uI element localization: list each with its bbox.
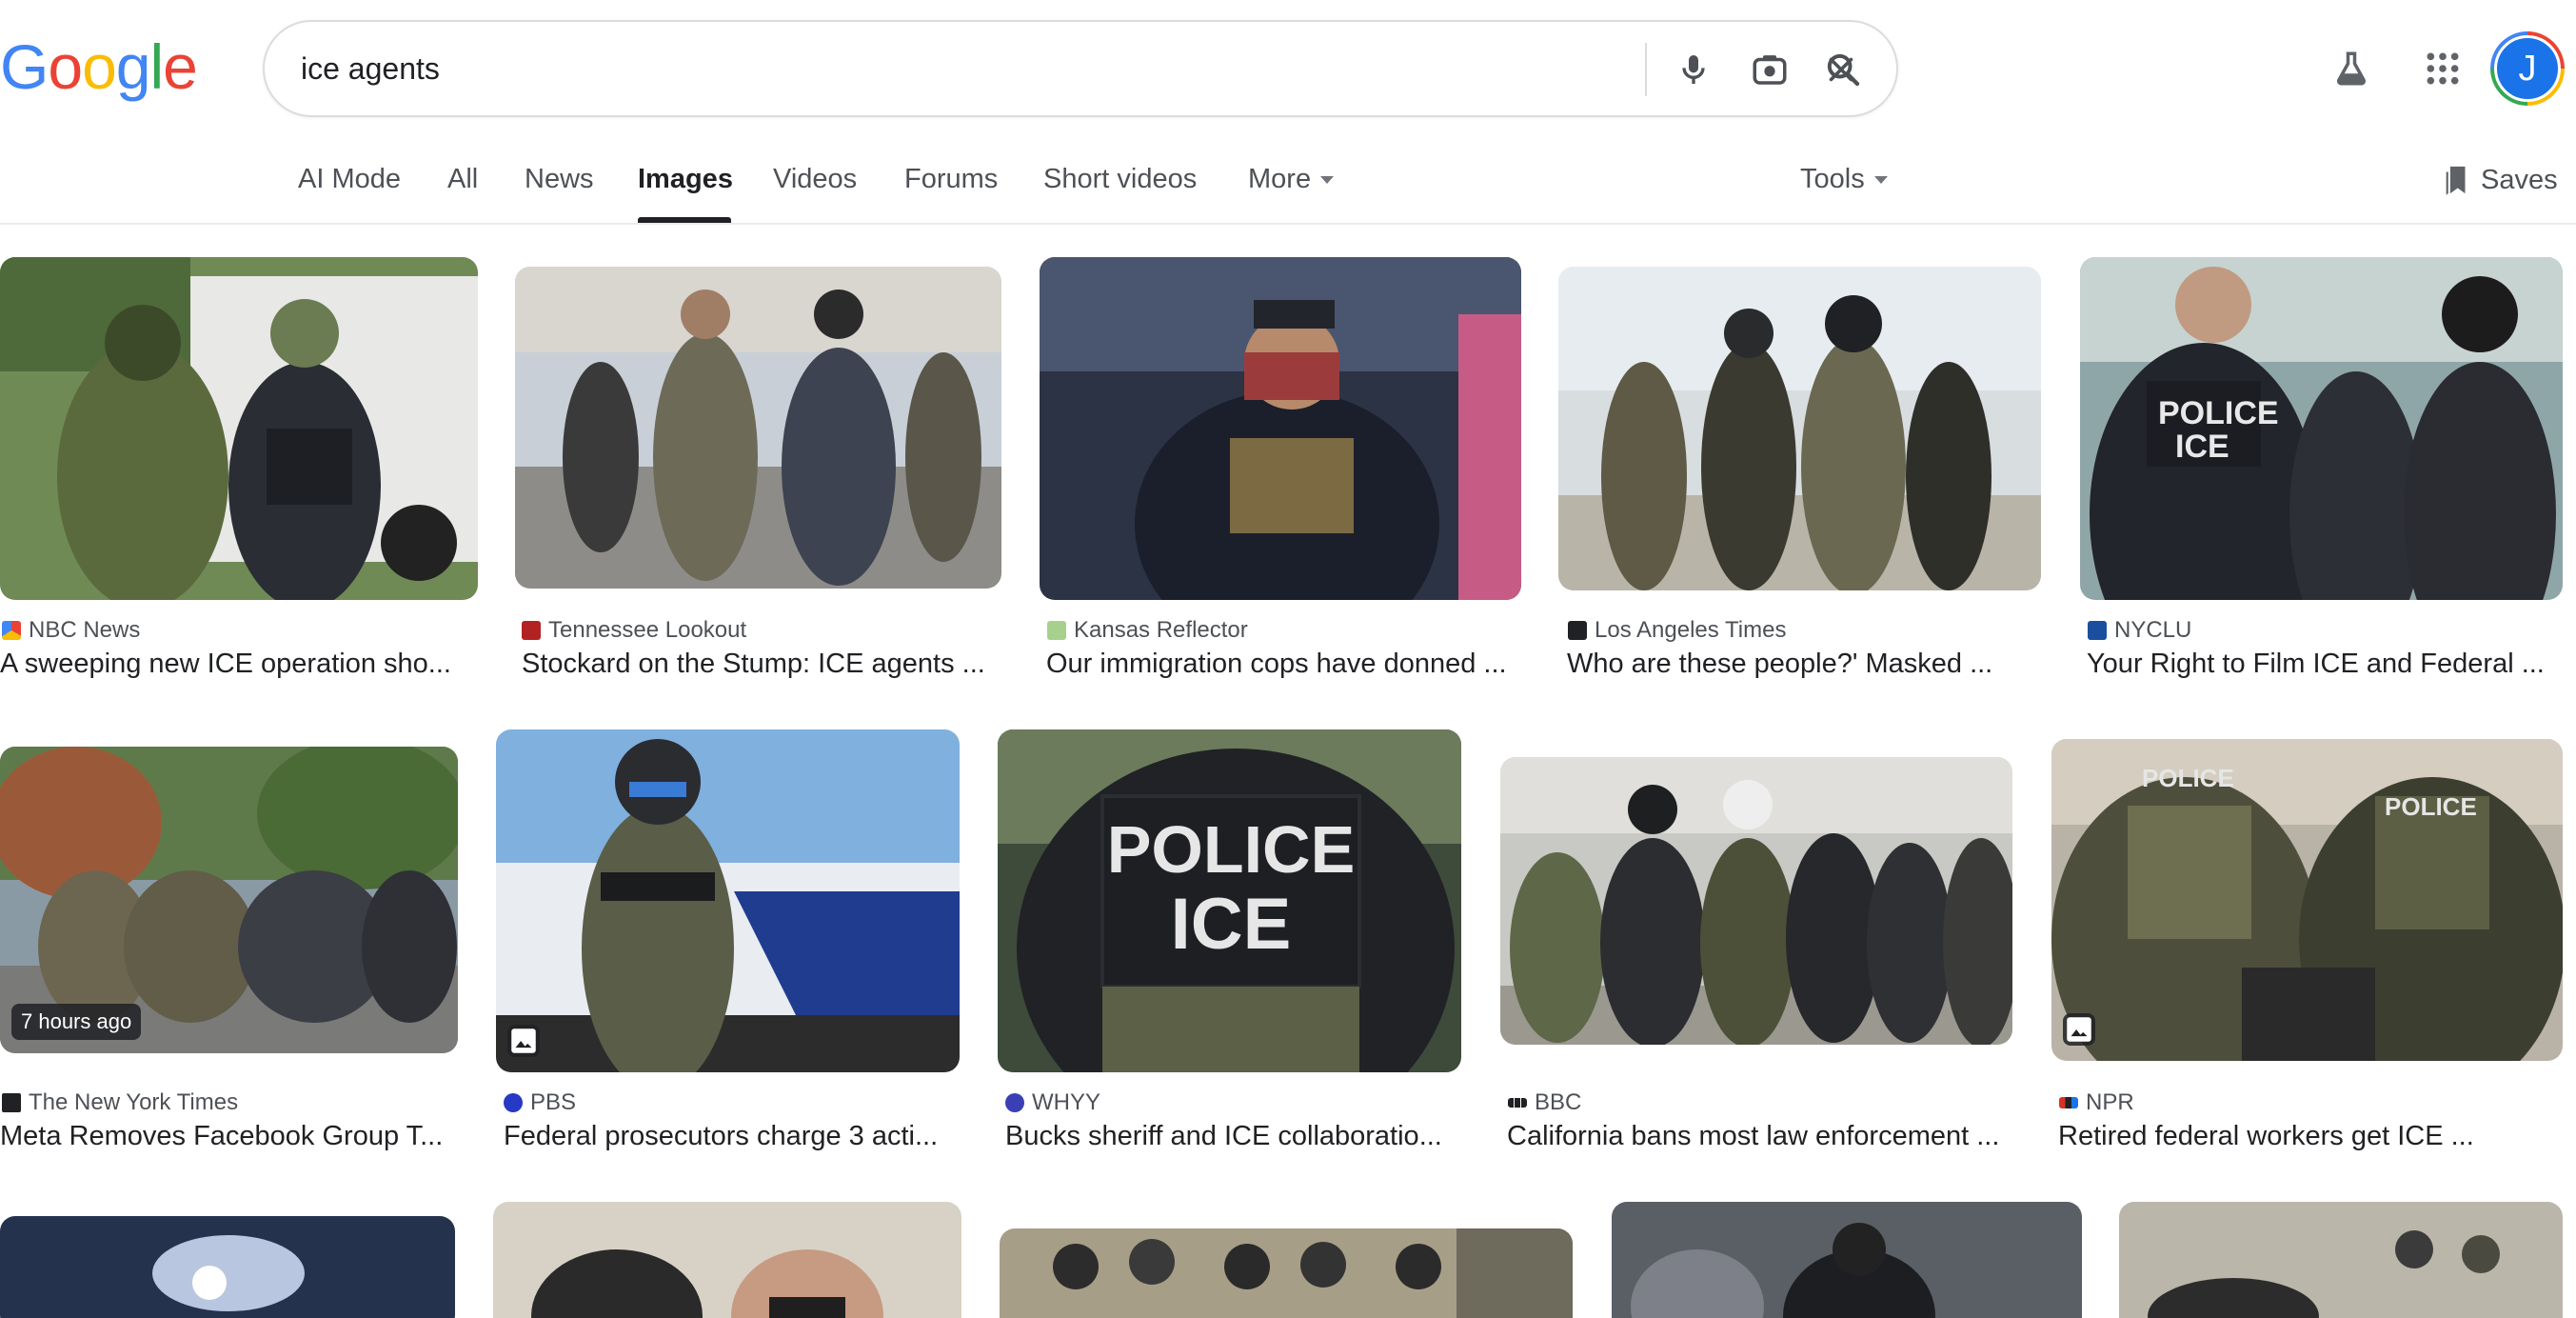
- chevron-down-icon: [1320, 176, 1335, 185]
- source-name: Los Angeles Times: [1595, 617, 1787, 643]
- result-thumbnail[interactable]: [0, 1216, 455, 1318]
- logo-letter-g2: g: [115, 31, 151, 102]
- search-divider: [1645, 43, 1647, 96]
- svg-text:POLICE: POLICE: [2142, 764, 2234, 792]
- source-name: NYCLU: [2114, 617, 2192, 643]
- tools-label: Tools: [1800, 164, 1865, 194]
- account-avatar[interactable]: J: [2490, 31, 2565, 106]
- result-thumbnail[interactable]: 7 hours ago: [0, 747, 458, 1053]
- tab-ai-mode[interactable]: AI Mode: [298, 164, 401, 195]
- nyt-favicon-icon: [2, 1093, 21, 1112]
- svg-text:POLICE: POLICE: [2158, 395, 2279, 431]
- svg-text:ICE: ICE: [1171, 884, 1292, 965]
- image-type-icon: [2063, 1013, 2095, 1046]
- search-input[interactable]: [301, 22, 1443, 115]
- logo-letter-o2: o: [82, 31, 117, 102]
- tennessee-lookout-favicon-icon: [522, 621, 541, 640]
- labs-flask-icon[interactable]: [2323, 40, 2380, 97]
- la-times-favicon-icon: [1568, 621, 1587, 640]
- tab-all[interactable]: All: [447, 164, 478, 195]
- result-source[interactable]: NPR: [2059, 1089, 2134, 1116]
- tab-more-label: More: [1248, 164, 1312, 194]
- saves-label: Saves: [2481, 164, 2558, 195]
- logo-letter-o1: o: [48, 31, 83, 102]
- result-thumbnail[interactable]: [1612, 1202, 2082, 1318]
- source-name: NBC News: [29, 617, 141, 643]
- whyy-favicon-icon: [1005, 1093, 1024, 1112]
- result-source[interactable]: PBS: [504, 1089, 576, 1116]
- svg-text:ICE: ICE: [2175, 429, 2229, 465]
- search-tabs: AI Mode All News Images Videos Forums Sh…: [0, 152, 2576, 225]
- camera-lens-icon[interactable]: [1745, 45, 1794, 94]
- microphone-icon[interactable]: [1669, 45, 1718, 94]
- result-thumbnail[interactable]: [1500, 757, 2012, 1045]
- tab-videos[interactable]: Videos: [773, 164, 857, 195]
- svg-text:POLICE: POLICE: [2385, 792, 2477, 821]
- result-source[interactable]: Los Angeles Times: [1568, 617, 1786, 644]
- search-box[interactable]: [263, 20, 1898, 117]
- result-thumbnail[interactable]: [1558, 267, 2041, 590]
- logo-letter-l: l: [149, 31, 165, 102]
- source-name: Tennessee Lookout: [548, 617, 747, 643]
- logo-letter-g: G: [0, 31, 49, 102]
- bookmark-icon: [2446, 166, 2466, 195]
- svg-text:POLICE: POLICE: [1107, 812, 1356, 887]
- result-source[interactable]: Kansas Reflector: [1047, 617, 1248, 644]
- source-name: NPR: [2086, 1089, 2134, 1115]
- result-thumbnail[interactable]: [1040, 257, 1521, 600]
- result-title[interactable]: Bucks sheriff and ICE collaboratio...: [1005, 1121, 1460, 1152]
- result-title[interactable]: Federal prosecutors charge 3 acti...: [504, 1121, 959, 1152]
- tab-forums[interactable]: Forums: [904, 164, 998, 195]
- chevron-down-icon: [1873, 176, 1888, 185]
- google-logo[interactable]: Google: [0, 29, 198, 105]
- source-name: PBS: [530, 1089, 577, 1115]
- result-thumbnail[interactable]: POLICE ICE: [2080, 257, 2563, 600]
- result-title[interactable]: Stockard on the Stump: ICE agents ...: [522, 649, 988, 680]
- bbc-favicon-icon: [1508, 1098, 1527, 1108]
- result-source[interactable]: Tennessee Lookout: [522, 617, 746, 644]
- tab-news[interactable]: News: [525, 164, 594, 195]
- avatar-initial: J: [2494, 35, 2561, 102]
- nbc-favicon-icon: [2, 621, 21, 640]
- source-name: WHYY: [1032, 1089, 1100, 1115]
- logo-letter-e: e: [163, 31, 198, 102]
- result-thumbnail[interactable]: [2119, 1202, 2563, 1318]
- source-name: The New York Times: [29, 1089, 239, 1115]
- tabs-divider: [0, 223, 2576, 225]
- result-thumbnail[interactable]: [1000, 1228, 1573, 1318]
- apps-grid-icon[interactable]: [2414, 40, 2471, 97]
- nyclu-favicon-icon: [2088, 621, 2107, 640]
- result-source[interactable]: BBC: [1508, 1089, 1581, 1116]
- pbs-favicon-icon: [504, 1093, 523, 1112]
- kansas-reflector-favicon-icon: [1047, 621, 1066, 640]
- result-title[interactable]: Who are these people?' Masked ...: [1567, 649, 2033, 680]
- result-thumbnail[interactable]: POLICE POLICE: [2051, 739, 2563, 1061]
- result-thumbnail[interactable]: [515, 267, 1001, 589]
- result-title[interactable]: Retired federal workers get ICE ...: [2058, 1121, 2553, 1152]
- tools-button[interactable]: Tools: [1800, 164, 1888, 195]
- tab-more[interactable]: More: [1248, 164, 1335, 195]
- result-title[interactable]: Our immigration cops have donned ...: [1046, 649, 1513, 680]
- search-icon[interactable]: [1818, 45, 1868, 94]
- result-title[interactable]: Meta Removes Facebook Group T...: [0, 1121, 455, 1152]
- result-title[interactable]: A sweeping new ICE operation sho...: [0, 649, 466, 680]
- image-type-icon: [507, 1025, 540, 1057]
- source-name: Kansas Reflector: [1074, 617, 1248, 643]
- result-title[interactable]: Your Right to Film ICE and Federal ...: [2087, 649, 2553, 680]
- saves-button[interactable]: Saves: [2443, 164, 2558, 196]
- result-source[interactable]: WHYY: [1005, 1089, 1100, 1116]
- tab-images[interactable]: Images: [638, 164, 733, 195]
- result-thumbnail[interactable]: [0, 257, 478, 600]
- result-source[interactable]: The New York Times: [2, 1089, 238, 1116]
- result-thumbnail[interactable]: POLICE ICE: [998, 729, 1461, 1072]
- time-badge: 7 hours ago: [11, 1004, 142, 1040]
- tab-short-videos[interactable]: Short videos: [1043, 164, 1197, 195]
- result-source[interactable]: NBC News: [2, 617, 140, 644]
- result-thumbnail[interactable]: [493, 1202, 961, 1318]
- npr-favicon-icon: [2059, 1097, 2078, 1108]
- source-name: BBC: [1535, 1089, 1582, 1115]
- result-source[interactable]: NYCLU: [2088, 617, 2191, 644]
- result-title[interactable]: California bans most law enforcement ...: [1507, 1121, 2002, 1152]
- result-thumbnail[interactable]: [496, 729, 960, 1072]
